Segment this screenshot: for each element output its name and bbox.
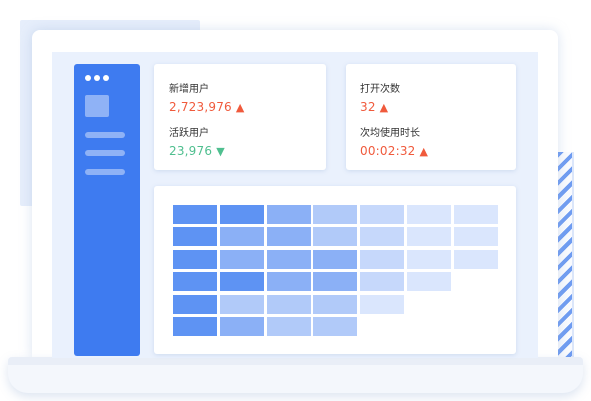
arrow-down-icon: ▼ xyxy=(216,145,225,158)
arrow-up-icon: ▲ xyxy=(419,145,429,158)
retention-cell xyxy=(173,249,217,269)
retention-cell xyxy=(407,249,451,269)
retention-cell xyxy=(219,205,264,224)
retention-cell xyxy=(453,249,498,269)
retention-cell xyxy=(407,227,451,247)
retention-cell xyxy=(313,272,358,292)
user-stats-card: 新增用户 2,723,976 ▲ 活跃用户 23,976 ▼ xyxy=(154,64,326,170)
retention-cell xyxy=(266,272,311,292)
avg-time-value: 00:02:32 ▲ xyxy=(360,144,429,158)
retention-cell xyxy=(360,272,405,292)
retention-cell xyxy=(173,205,217,224)
retention-cell xyxy=(313,294,358,314)
sidebar xyxy=(74,64,140,356)
opens-value: 32 ▲ xyxy=(360,100,389,114)
usage-stats-card: 打开次数 32 ▲ 次均使用时长 00:02:32 ▲ xyxy=(346,64,516,170)
decorative-stripe xyxy=(558,152,572,367)
retention-cell xyxy=(360,294,405,314)
new-users-value: 2,723,976 ▲ xyxy=(169,100,245,114)
retention-cell xyxy=(266,294,311,314)
retention-cell xyxy=(173,272,217,292)
dot-icon xyxy=(85,75,91,81)
active-users-label: 活跃用户 xyxy=(169,128,209,139)
retention-cell xyxy=(407,205,451,224)
arrow-up-icon: ▲ xyxy=(379,101,389,114)
new-users-label: 新增用户 xyxy=(169,84,209,95)
retention-cell xyxy=(219,294,264,314)
retention-cell xyxy=(173,227,217,247)
opens-label: 打开次数 xyxy=(360,84,400,95)
retention-cell xyxy=(360,227,405,247)
retention-cell xyxy=(453,227,498,247)
retention-cell xyxy=(360,249,405,269)
laptop-base-lip xyxy=(8,357,583,365)
arrow-up-icon: ▲ xyxy=(235,101,245,114)
active-users-value: 23,976 ▼ xyxy=(169,144,225,158)
avg-time-label: 次均使用时长 xyxy=(360,128,420,139)
retention-cell xyxy=(173,294,217,314)
retention-cell xyxy=(173,317,217,336)
sidebar-item-3[interactable] xyxy=(85,169,125,175)
retention-cell xyxy=(219,317,264,336)
retention-table-card xyxy=(154,186,516,354)
retention-cell xyxy=(313,249,358,269)
dot-icon xyxy=(103,75,109,81)
retention-cell xyxy=(266,249,311,269)
logo-placeholder xyxy=(85,95,109,117)
retention-cell xyxy=(266,317,311,336)
retention-cell xyxy=(266,205,311,224)
retention-cell xyxy=(219,249,264,269)
retention-cell xyxy=(453,205,498,224)
retention-cell xyxy=(219,227,264,247)
retention-cell xyxy=(266,227,311,247)
retention-cell xyxy=(407,272,451,292)
retention-cell xyxy=(313,205,358,224)
sidebar-item-1[interactable] xyxy=(85,132,125,138)
retention-cell xyxy=(313,227,358,247)
sidebar-item-2[interactable] xyxy=(85,150,125,156)
retention-cell xyxy=(313,317,358,336)
dot-icon xyxy=(94,75,100,81)
retention-cell xyxy=(219,272,264,292)
retention-cell xyxy=(360,205,405,224)
